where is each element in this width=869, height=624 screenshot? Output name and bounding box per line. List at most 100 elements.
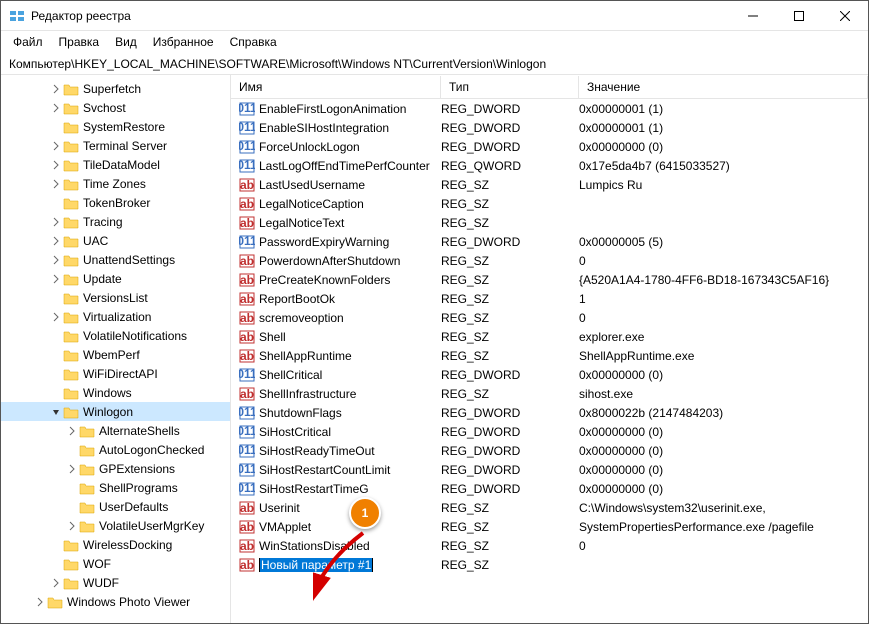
value-name-edit[interactable]: Новый параметр #1 xyxy=(259,558,441,572)
expand-icon[interactable] xyxy=(49,329,63,343)
tree-item[interactable]: Superfetch xyxy=(1,79,230,98)
tree-item[interactable]: Windows Photo Viewer xyxy=(1,592,230,611)
expand-icon[interactable] xyxy=(49,538,63,552)
address-bar[interactable]: Компьютер\HKEY_LOCAL_MACHINE\SOFTWARE\Mi… xyxy=(1,53,868,75)
expand-icon[interactable] xyxy=(49,405,63,419)
menu-edit[interactable]: Правка xyxy=(53,33,106,51)
value-type: REG_DWORD xyxy=(441,444,579,458)
tree-item[interactable]: ShellPrograms xyxy=(1,478,230,497)
list-row[interactable]: abReportBootOkREG_SZ1 xyxy=(231,289,868,308)
expand-icon[interactable] xyxy=(65,519,79,533)
menu-help[interactable]: Справка xyxy=(224,33,283,51)
list-row[interactable]: 011ForceUnlockLogonREG_DWORD0x00000000 (… xyxy=(231,137,868,156)
tree-item[interactable]: Terminal Server xyxy=(1,136,230,155)
tree-item[interactable]: WiFiDirectAPI xyxy=(1,364,230,383)
tree-item[interactable]: WbemPerf xyxy=(1,345,230,364)
tree-item[interactable]: Svchost xyxy=(1,98,230,117)
tree-item[interactable]: Virtualization xyxy=(1,307,230,326)
list-row[interactable]: 011SiHostReadyTimeOutREG_DWORD0x00000000… xyxy=(231,441,868,460)
list-row[interactable]: 011LastLogOffEndTimePerfCounterREG_QWORD… xyxy=(231,156,868,175)
list-row[interactable]: abLastUsedUsernameREG_SZLumpics Ru xyxy=(231,175,868,194)
tree-item[interactable]: VolatileNotifications xyxy=(1,326,230,345)
tree-item[interactable]: UAC xyxy=(1,231,230,250)
tree-item[interactable]: UserDefaults xyxy=(1,497,230,516)
tree-item[interactable]: Update xyxy=(1,269,230,288)
list-row[interactable]: 011ShutdownFlagsREG_DWORD0x8000022b (214… xyxy=(231,403,868,422)
tree-item[interactable]: Tracing xyxy=(1,212,230,231)
expand-icon[interactable] xyxy=(49,82,63,96)
list-row[interactable]: abscremoveoptionREG_SZ0 xyxy=(231,308,868,327)
expand-icon[interactable] xyxy=(49,291,63,305)
folder-icon xyxy=(79,519,95,533)
minimize-button[interactable] xyxy=(730,1,776,31)
menu-file[interactable]: Файл xyxy=(7,33,49,51)
list-row[interactable]: abVMAppletREG_SZSystemPropertiesPerforma… xyxy=(231,517,868,536)
tree-item[interactable]: TileDataModel xyxy=(1,155,230,174)
column-type[interactable]: Тип xyxy=(441,76,579,98)
expand-icon[interactable] xyxy=(49,272,63,286)
tree-label: SystemRestore xyxy=(83,120,165,134)
expand-icon[interactable] xyxy=(49,139,63,153)
list-row[interactable]: abShellREG_SZexplorer.exe xyxy=(231,327,868,346)
list-row[interactable]: abUserinitREG_SZC:\Windows\system32\user… xyxy=(231,498,868,517)
tree-item[interactable]: AutoLogonChecked xyxy=(1,440,230,459)
expand-icon[interactable] xyxy=(65,500,79,514)
tree-item[interactable]: VersionsList xyxy=(1,288,230,307)
expand-icon[interactable] xyxy=(49,101,63,115)
expand-icon[interactable] xyxy=(49,158,63,172)
list-row[interactable]: abLegalNoticeTextREG_SZ xyxy=(231,213,868,232)
expand-icon[interactable] xyxy=(65,481,79,495)
tree-view[interactable]: SuperfetchSvchost SystemRestore Terminal S… xyxy=(1,75,231,623)
tree-item[interactable]: Windows xyxy=(1,383,230,402)
list-row[interactable]: abShellAppRuntimeREG_SZShellAppRuntime.e… xyxy=(231,346,868,365)
close-button[interactable] xyxy=(822,1,868,31)
tree-item[interactable]: WOF xyxy=(1,554,230,573)
list-row[interactable]: abLegalNoticeCaptionREG_SZ xyxy=(231,194,868,213)
tree-item[interactable]: UnattendSettings xyxy=(1,250,230,269)
expand-icon[interactable] xyxy=(49,310,63,324)
tree-item[interactable]: Time Zones xyxy=(1,174,230,193)
tree-item[interactable]: SystemRestore xyxy=(1,117,230,136)
list-row[interactable]: abShellInfrastructureREG_SZsihost.exe xyxy=(231,384,868,403)
maximize-button[interactable] xyxy=(776,1,822,31)
list-row[interactable]: abPowerdownAfterShutdownREG_SZ0 xyxy=(231,251,868,270)
tree-item[interactable]: WUDF xyxy=(1,573,230,592)
list-row[interactable]: abWinStationsDisabledREG_SZ0 xyxy=(231,536,868,555)
list-row[interactable]: 011SiHostRestartCountLimitREG_DWORD0x000… xyxy=(231,460,868,479)
tree-label: Terminal Server xyxy=(83,139,167,153)
tree-item[interactable]: TokenBroker xyxy=(1,193,230,212)
list-row[interactable]: abPreCreateKnownFoldersREG_SZ{A520A1A4-1… xyxy=(231,270,868,289)
expand-icon[interactable] xyxy=(49,557,63,571)
expand-icon[interactable] xyxy=(49,234,63,248)
list-row[interactable]: 011SiHostCriticalREG_DWORD0x00000000 (0) xyxy=(231,422,868,441)
tree-item[interactable]: VolatileUserMgrKey xyxy=(1,516,230,535)
column-value[interactable]: Значение xyxy=(579,76,868,98)
expand-icon[interactable] xyxy=(49,120,63,134)
tree-item[interactable]: GPExtensions xyxy=(1,459,230,478)
expand-icon[interactable] xyxy=(49,576,63,590)
expand-icon[interactable] xyxy=(33,595,47,609)
expand-icon[interactable] xyxy=(65,462,79,476)
expand-icon[interactable] xyxy=(49,215,63,229)
expand-icon[interactable] xyxy=(65,443,79,457)
menu-view[interactable]: Вид xyxy=(109,33,143,51)
tree-item[interactable]: AlternateShells xyxy=(1,421,230,440)
list-row[interactable]: abНовый параметр #1REG_SZ xyxy=(231,555,868,574)
list-body[interactable]: 011EnableFirstLogonAnimationREG_DWORD0x0… xyxy=(231,99,868,623)
list-row[interactable]: 011PasswordExpiryWarningREG_DWORD0x00000… xyxy=(231,232,868,251)
list-row[interactable]: 011SiHostRestartTimeGREG_DWORD0x00000000… xyxy=(231,479,868,498)
tree-item[interactable]: WirelessDocking xyxy=(1,535,230,554)
expand-icon[interactable] xyxy=(65,424,79,438)
expand-icon[interactable] xyxy=(49,348,63,362)
expand-icon[interactable] xyxy=(49,386,63,400)
column-name[interactable]: Имя xyxy=(231,76,441,98)
list-row[interactable]: 011EnableFirstLogonAnimationREG_DWORD0x0… xyxy=(231,99,868,118)
expand-icon[interactable] xyxy=(49,367,63,381)
list-row[interactable]: 011EnableSIHostIntegrationREG_DWORD0x000… xyxy=(231,118,868,137)
list-row[interactable]: 011ShellCriticalREG_DWORD0x00000000 (0) xyxy=(231,365,868,384)
expand-icon[interactable] xyxy=(49,177,63,191)
expand-icon[interactable] xyxy=(49,253,63,267)
tree-item[interactable]: Winlogon xyxy=(1,402,230,421)
menu-favorites[interactable]: Избранное xyxy=(147,33,220,51)
expand-icon[interactable] xyxy=(49,196,63,210)
